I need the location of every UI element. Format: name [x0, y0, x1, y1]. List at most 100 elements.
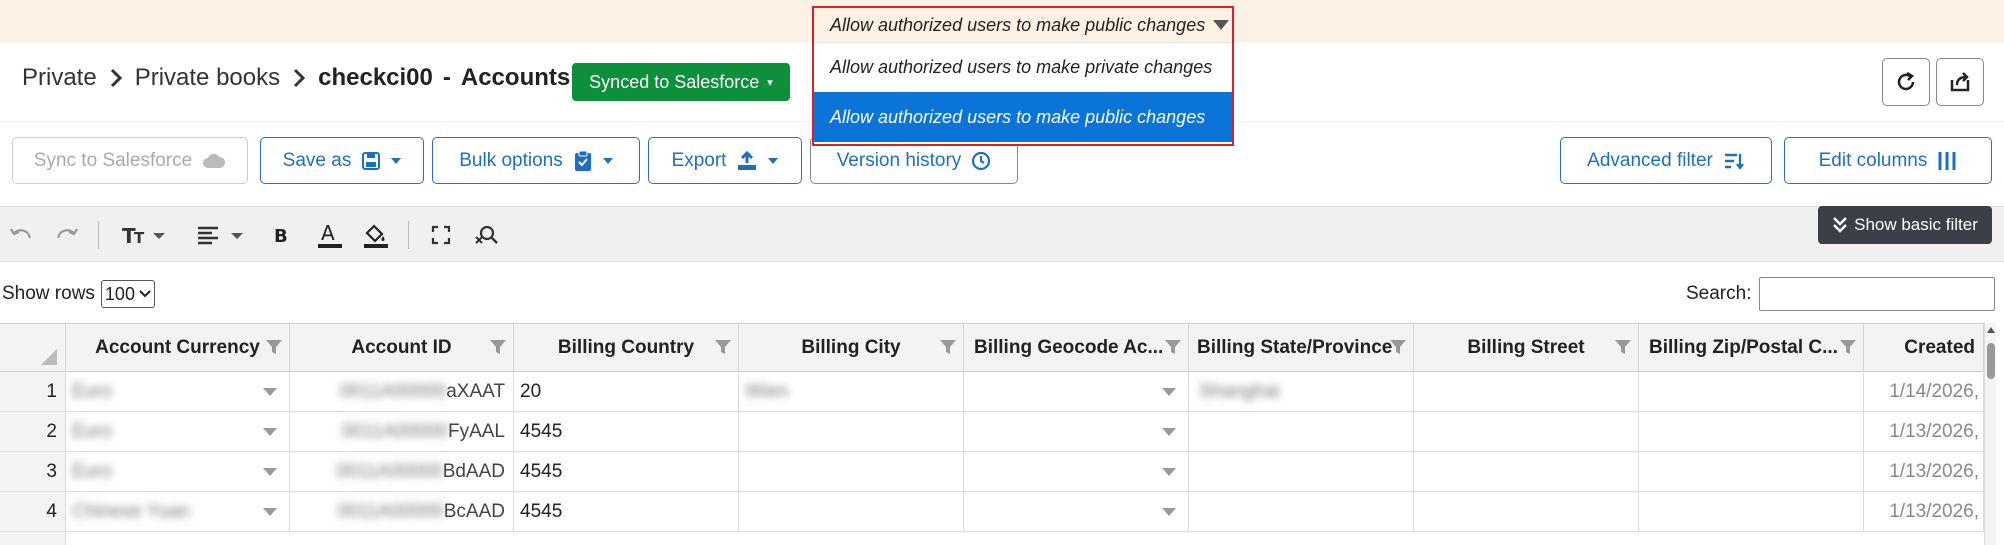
permission-option-public[interactable]: Allow authorized users to make public ch… — [814, 92, 1232, 142]
filter-icon[interactable] — [1389, 338, 1407, 356]
filter-icon[interactable] — [939, 338, 957, 356]
breadcrumb-root[interactable]: Private — [22, 64, 97, 92]
align-icon[interactable] — [196, 221, 244, 249]
table-cell[interactable] — [1639, 492, 1864, 532]
table-cell[interactable]: Euro — [66, 372, 290, 412]
table-cell[interactable]: 20 — [514, 372, 739, 412]
rows-per-page-select[interactable]: 100 — [100, 280, 155, 308]
table-cell[interactable] — [1639, 372, 1864, 412]
table-cell[interactable] — [964, 492, 1189, 532]
column-header[interactable]: Billing State/Province — [1189, 324, 1414, 372]
fullscreen-icon[interactable] — [430, 221, 452, 249]
redo-icon[interactable] — [54, 221, 80, 249]
table-cell[interactable] — [739, 412, 964, 452]
column-header[interactable]: Billing Street — [1414, 324, 1639, 372]
save-as-label: Save as — [282, 149, 352, 171]
table-cell[interactable] — [1414, 372, 1639, 412]
text-color-icon[interactable]: A — [316, 221, 344, 249]
filter-icon[interactable] — [265, 338, 283, 356]
fill-color-icon[interactable] — [362, 221, 390, 249]
table-cell[interactable]: 1/13/2026, — [1864, 492, 1984, 532]
font-size-icon[interactable]: TT — [122, 221, 166, 249]
table-cell[interactable]: 1/13/2026, — [1864, 452, 1984, 492]
search-input[interactable] — [1759, 277, 1996, 311]
clear-search-icon[interactable] — [474, 221, 500, 249]
edit-columns-button[interactable]: Edit columns — [1784, 137, 1992, 184]
cell-value: Euro — [72, 380, 113, 402]
column-header[interactable]: Account Currency — [66, 324, 290, 372]
svg-text:A: A — [321, 221, 335, 245]
share-button[interactable] — [1936, 58, 1984, 106]
table-cell[interactable] — [964, 412, 1189, 452]
double-chevron-down-icon — [1833, 217, 1847, 233]
filter-icon[interactable] — [489, 338, 507, 356]
table-cell[interactable]: 0011A00000 FyAAL — [290, 412, 514, 452]
column-header-label: Billing Street — [1467, 336, 1585, 358]
table-cell[interactable] — [1414, 452, 1639, 492]
cell-value: Shanghai — [1199, 380, 1280, 402]
permission-dropdown-toggle[interactable]: Allow authorized users to make public ch… — [814, 8, 1232, 42]
table-cell[interactable] — [739, 452, 964, 492]
table-cell[interactable]: 4545 — [514, 412, 739, 452]
table-cell[interactable] — [1414, 412, 1639, 452]
table-cell[interactable]: Euro — [66, 412, 290, 452]
table-cell[interactable]: 0011A00000 BdAAD — [290, 452, 514, 492]
cell-value: BdAAD — [442, 460, 505, 482]
filter-icon[interactable] — [714, 338, 732, 356]
save-as-button[interactable]: Save as — [260, 137, 424, 184]
scroll-thumb[interactable] — [1987, 343, 1995, 379]
filter-icon[interactable] — [1839, 338, 1857, 356]
grid-corner[interactable] — [0, 324, 66, 372]
row-number[interactable]: 2 — [0, 412, 66, 452]
row-number[interactable]: 4 — [0, 492, 66, 532]
scroll-up-icon[interactable] — [1987, 327, 1995, 333]
table-cell[interactable] — [1189, 492, 1414, 532]
table-cell[interactable] — [964, 452, 1189, 492]
table-cell[interactable] — [964, 372, 1189, 412]
column-header-label: Billing City — [801, 336, 901, 358]
column-header[interactable]: Billing Country — [514, 324, 739, 372]
table-cell[interactable] — [739, 492, 964, 532]
filter-icon[interactable] — [1614, 338, 1632, 356]
show-basic-filter-button[interactable]: Show basic filter — [1818, 206, 1992, 244]
breadcrumb-book[interactable]: checkci00 — [318, 64, 433, 92]
synced-to-salesforce-button[interactable]: Synced to Salesforce ▾ — [572, 63, 790, 101]
table-cell[interactable] — [1639, 412, 1864, 452]
table-cell[interactable]: 1/14/2026, — [1864, 372, 1984, 412]
table-cell[interactable]: 4545 — [514, 452, 739, 492]
table-cell[interactable] — [1189, 452, 1414, 492]
bold-icon[interactable]: B — [274, 221, 290, 249]
export-button[interactable]: Export — [648, 137, 802, 184]
table-cell[interactable]: 0011A00000 aXAAT — [290, 372, 514, 412]
table-cell[interactable] — [1639, 452, 1864, 492]
toolbar-divider — [408, 221, 409, 249]
advanced-filter-button[interactable]: Advanced filter — [1560, 137, 1772, 184]
caret-down-icon — [602, 157, 613, 164]
table-cell[interactable]: 1/13/2026, — [1864, 412, 1984, 452]
column-header[interactable]: Created — [1864, 324, 1984, 372]
column-header[interactable]: Account ID — [290, 324, 514, 372]
table-cell[interactable]: Wien — [739, 372, 964, 412]
filter-icon[interactable] — [1164, 338, 1182, 356]
sync-to-salesforce-button[interactable]: Sync to Salesforce — [12, 137, 248, 184]
table-cell[interactable] — [1189, 412, 1414, 452]
permission-dropdown[interactable]: Allow authorized users to make public ch… — [812, 6, 1234, 146]
table-cell[interactable]: 4545 — [514, 492, 739, 532]
column-header[interactable]: Billing Zip/Postal C... — [1639, 324, 1864, 372]
row-number[interactable]: 3 — [0, 452, 66, 492]
table-cell[interactable]: Euro — [66, 452, 290, 492]
table-cell[interactable]: Shanghai — [1189, 372, 1414, 412]
permission-option-private[interactable]: Allow authorized users to make private c… — [814, 42, 1232, 92]
grid-scrollbar[interactable] — [1984, 323, 1996, 545]
breadcrumb-folder[interactable]: Private books — [135, 64, 280, 92]
row-number[interactable]: 1 — [0, 372, 66, 412]
bulk-options-button[interactable]: Bulk options — [432, 137, 640, 184]
refresh-button[interactable] — [1882, 58, 1930, 106]
table-cell[interactable] — [1414, 492, 1639, 532]
column-header[interactable]: Billing City — [739, 324, 964, 372]
table-cell[interactable]: Chinese Yuan — [66, 492, 290, 532]
column-header[interactable]: Billing Geocode Ac... — [964, 324, 1189, 372]
undo-icon[interactable] — [8, 221, 34, 249]
row-number[interactable] — [0, 532, 66, 545]
table-cell[interactable]: 0011A00000 BcAAD — [290, 492, 514, 532]
